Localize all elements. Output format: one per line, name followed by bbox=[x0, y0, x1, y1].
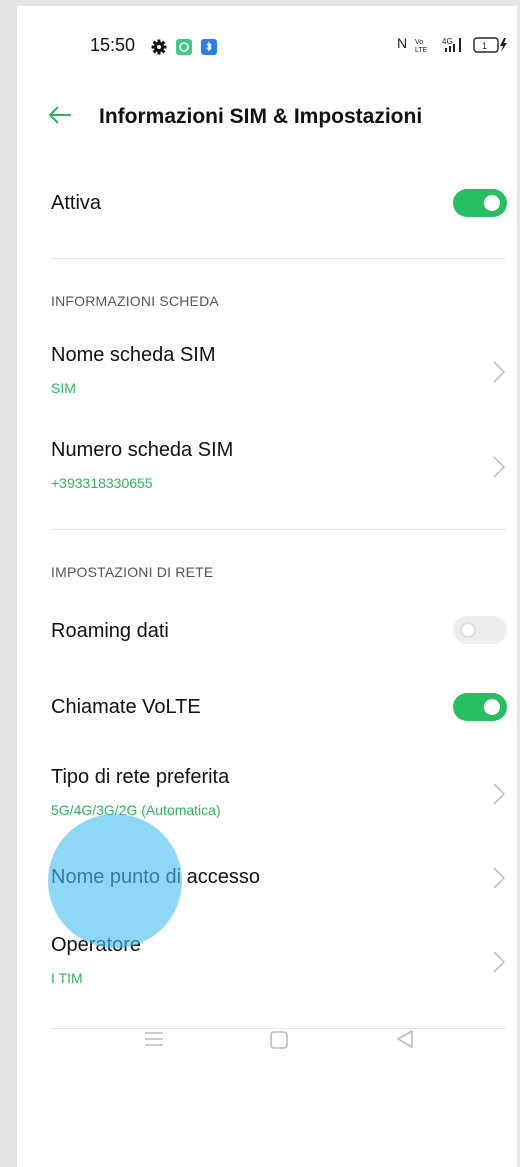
sim-number-row[interactable]: Numero scheda SIM +393318330655 bbox=[17, 431, 517, 501]
4g-signal-icon: 4G bbox=[442, 37, 461, 52]
divider bbox=[51, 258, 506, 259]
network-type-value: 5G/4G/3G/2G (Automatica) bbox=[51, 802, 221, 818]
volte-icon: Vo LTE bbox=[415, 39, 428, 53]
operator-label: Operatore bbox=[51, 934, 142, 956]
section-header-card-info: INFORMAZIONI SCHEDA bbox=[51, 293, 219, 309]
settings-gear-icon bbox=[151, 39, 167, 55]
chevron-right-icon bbox=[493, 456, 506, 478]
sim-name-value: SIM bbox=[51, 380, 76, 396]
apn-row[interactable]: Nome punto di accesso bbox=[17, 854, 517, 904]
svg-text:1: 1 bbox=[482, 41, 487, 51]
sim-name-row[interactable]: Nome scheda SIM SIM bbox=[17, 336, 517, 406]
svg-text:4G: 4G bbox=[442, 37, 453, 46]
operator-value: I TIM bbox=[51, 970, 83, 986]
battery-charging-icon: 1 bbox=[473, 37, 507, 53]
menu-icon[interactable] bbox=[143, 1028, 165, 1050]
phone-screen: 15:50 N Vo LTE 4G 1 Informazioni SIM & I… bbox=[17, 6, 517, 1167]
page-title: Informazioni SIM & Impostazioni bbox=[99, 105, 423, 128]
network-type-label: Tipo di rete preferita bbox=[51, 766, 230, 788]
volte-label: Chiamate VoLTE bbox=[51, 696, 201, 718]
roaming-toggle[interactable] bbox=[453, 616, 507, 644]
roaming-label: Roaming dati bbox=[51, 620, 169, 642]
svg-text:Vo: Vo bbox=[415, 39, 423, 46]
status-time: 15:50 bbox=[90, 35, 136, 55]
section-header-network: IMPOSTAZIONI DI RETE bbox=[51, 564, 214, 580]
chevron-right-icon bbox=[493, 951, 506, 973]
sim-number-value: +393318330655 bbox=[51, 475, 153, 491]
home-icon[interactable] bbox=[268, 1029, 290, 1051]
back-arrow-icon[interactable] bbox=[47, 102, 73, 128]
sim-name-label: Nome scheda SIM bbox=[51, 344, 216, 366]
chevron-right-icon bbox=[493, 783, 506, 805]
divider bbox=[51, 529, 506, 530]
back-nav-icon[interactable] bbox=[394, 1028, 416, 1050]
active-label: Attiva bbox=[51, 192, 102, 214]
app-notification-icon bbox=[176, 39, 192, 55]
chevron-right-icon bbox=[493, 867, 506, 889]
chevron-right-icon bbox=[493, 361, 506, 383]
apn-label: Nome punto di accesso bbox=[51, 866, 261, 888]
sim-number-label: Numero scheda SIM bbox=[51, 439, 234, 461]
network-type-row[interactable]: Tipo di rete preferita 5G/4G/3G/2G (Auto… bbox=[17, 758, 517, 830]
nfc-icon: N bbox=[397, 35, 409, 51]
operator-row[interactable]: Operatore I TIM bbox=[17, 926, 517, 996]
volte-toggle[interactable] bbox=[453, 693, 507, 721]
active-toggle[interactable] bbox=[453, 189, 507, 217]
bluetooth-app-icon bbox=[201, 39, 217, 55]
svg-text:LTE: LTE bbox=[415, 47, 428, 53]
